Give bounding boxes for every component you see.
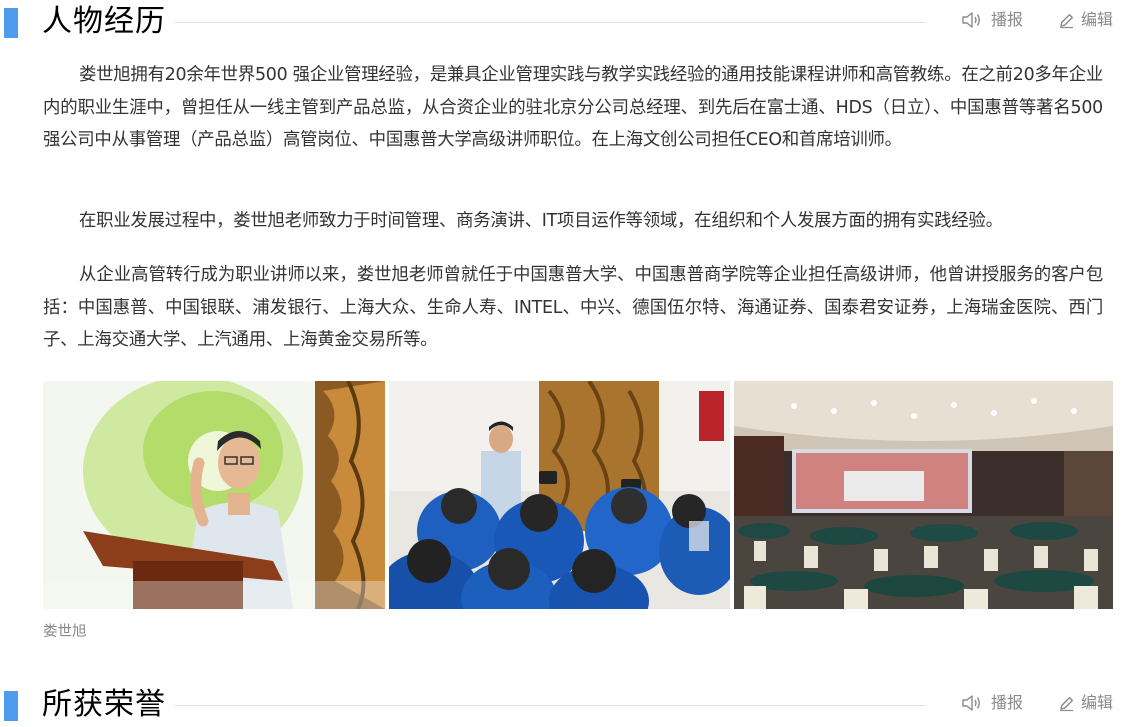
album-photo-audience[interactable] (389, 381, 730, 609)
section-title: 人物经历 (42, 4, 166, 39)
pencil-icon (1060, 696, 1073, 711)
album-caption: 娄世旭 (43, 624, 87, 640)
speaker-icon (962, 12, 980, 28)
edit-button[interactable]: 编辑 (1058, 10, 1113, 30)
album-photo-speaker[interactable] (43, 381, 385, 609)
section-divider (174, 705, 926, 706)
section-header-honors: 所获荣誉 播报 编辑 (0, 683, 1145, 723)
section-accent-bar (4, 8, 18, 38)
career-paragraph-2: 在职业发展过程中，娄世旭老师致力于时间管理、商务演讲、IT项目运作等领域，在组织… (79, 211, 1003, 231)
edit-label: 编辑 (1081, 10, 1114, 29)
play-button[interactable]: 播报 (961, 693, 1023, 713)
edit-button[interactable]: 编辑 (1058, 693, 1113, 713)
section-header-career: 人物经历 播报 编辑 (0, 0, 1145, 40)
section-accent-bar (4, 691, 18, 721)
play-label: 播报 (991, 693, 1024, 712)
speaker-icon (962, 695, 980, 711)
play-button[interactable]: 播报 (961, 10, 1023, 30)
album-photo-hall[interactable] (734, 381, 1113, 609)
edit-label: 编辑 (1081, 693, 1114, 712)
career-paragraph-1: 娄世旭拥有20余年世界500 强企业管理经验，是兼具企业管理实践与教学实践经验的… (43, 65, 1103, 150)
pencil-icon (1060, 13, 1073, 28)
career-paragraph-3: 从企业高管转行成为职业讲师以来，娄世旭老师曾就任于中国惠普大学、中国惠普商学院等… (43, 265, 1103, 350)
photo-album[interactable] (43, 381, 1113, 609)
section-title: 所获荣誉 (42, 687, 166, 722)
section-divider (174, 22, 926, 23)
play-label: 播报 (991, 10, 1024, 29)
